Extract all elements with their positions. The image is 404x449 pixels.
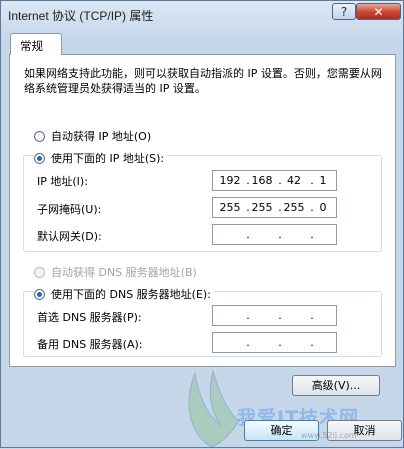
ip-dot: . [246,228,250,241]
close-button[interactable]: ✕ [356,3,401,20]
help-button[interactable]: ? [332,3,356,20]
tab-general[interactable]: 常规 [10,33,62,55]
default-gateway-label: 默认网关(D): [37,230,102,243]
ip-manual-label: 使用下面的 IP 地址(S): [51,152,165,165]
ip-dot: . [310,228,314,241]
ip-address-octet-3: 42 [287,174,301,187]
ip-address-octet-2: 168 [251,174,273,187]
preferred-dns-input[interactable]: . . . [212,305,337,326]
description-text: 如果网络支持此功能，则可以获取自动指派的 IP 设置。否则，您需要从网络系统管理… [24,67,382,95]
dialog-window: Internet 协议 (TCP/IP) 属性 ? ✕ 常规 如果网络支持此功能… [0,0,404,448]
ip-address-octet-4: 1 [319,174,327,187]
ip-auto-option[interactable]: 自动获得 IP 地址(O) [34,128,151,144]
dns-manual-label: 使用下面的 DNS 服务器地址(E): [51,288,211,301]
ip-dot: . [278,228,282,241]
ip-address-label: IP 地址(I): [37,175,88,188]
dns-manual-radio[interactable] [34,288,45,300]
tab-general-label: 常规 [20,39,43,53]
ip-dot: . [310,309,314,322]
help-icon: ? [340,4,348,19]
subnet-mask-input[interactable]: 255 . 255 . 255 . 0 [212,197,337,218]
advanced-button[interactable]: 高级(V)... [292,375,380,396]
ip-manual-radio[interactable] [34,152,45,164]
ip-address-octet-1: 192 [219,174,241,187]
ip-dot: . [310,336,314,349]
watermark-url: www.52ij.com [301,431,357,440]
alternate-dns-label: 备用 DNS 服务器(A): [37,338,143,351]
subnet-octet-3: 255 [283,201,305,214]
general-panel: 如果网络支持此功能，则可以获取自动指派的 IP 设置。否则，您需要从网络系统管理… [9,54,396,367]
ip-auto-label: 自动获得 IP 地址(O) [51,130,152,143]
default-gateway-input[interactable]: . . . [212,224,337,245]
preferred-dns-label: 首选 DNS 服务器(P): [37,311,142,324]
watermark-logo [188,369,240,448]
ip-manual-option[interactable]: 使用下面的 IP 地址(S): [34,150,168,166]
dns-auto-label: 自动获得 DNS 服务器地址(B) [51,266,197,279]
ip-address-input[interactable]: 192 . 168 . 42 . 1 [212,170,337,191]
dns-auto-radio[interactable] [34,266,45,278]
subnet-octet-2: 255 [251,201,273,214]
dns-auto-option[interactable]: 自动获得 DNS 服务器地址(B) [34,264,197,280]
alternate-dns-input[interactable]: . . . [212,332,337,353]
subnet-octet-1: 255 [219,201,241,214]
title-bar[interactable]: Internet 协议 (TCP/IP) 属性 ? ✕ [1,1,403,27]
ip-dot: . [278,309,282,322]
ip-auto-radio[interactable] [34,130,45,142]
close-icon: ✕ [373,4,384,19]
window-title: Internet 协议 (TCP/IP) 属性 [8,9,154,23]
ip-dot: . [246,336,250,349]
subnet-octet-4: 0 [319,201,327,214]
ip-dot: . [246,309,250,322]
ip-dot: . [278,336,282,349]
subnet-mask-label: 子网掩码(U): [37,203,102,216]
dns-manual-option[interactable]: 使用下面的 DNS 服务器地址(E): [34,286,214,302]
